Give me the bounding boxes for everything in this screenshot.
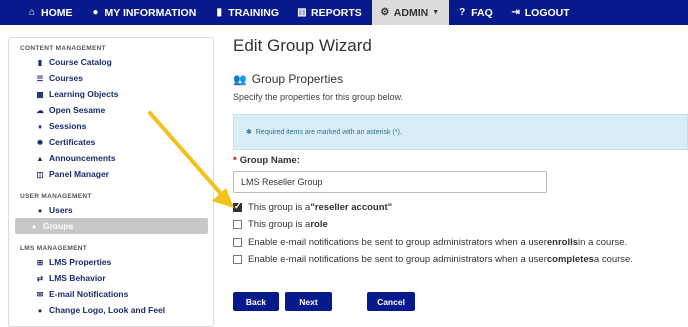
annotation-arrow	[148, 111, 234, 208]
